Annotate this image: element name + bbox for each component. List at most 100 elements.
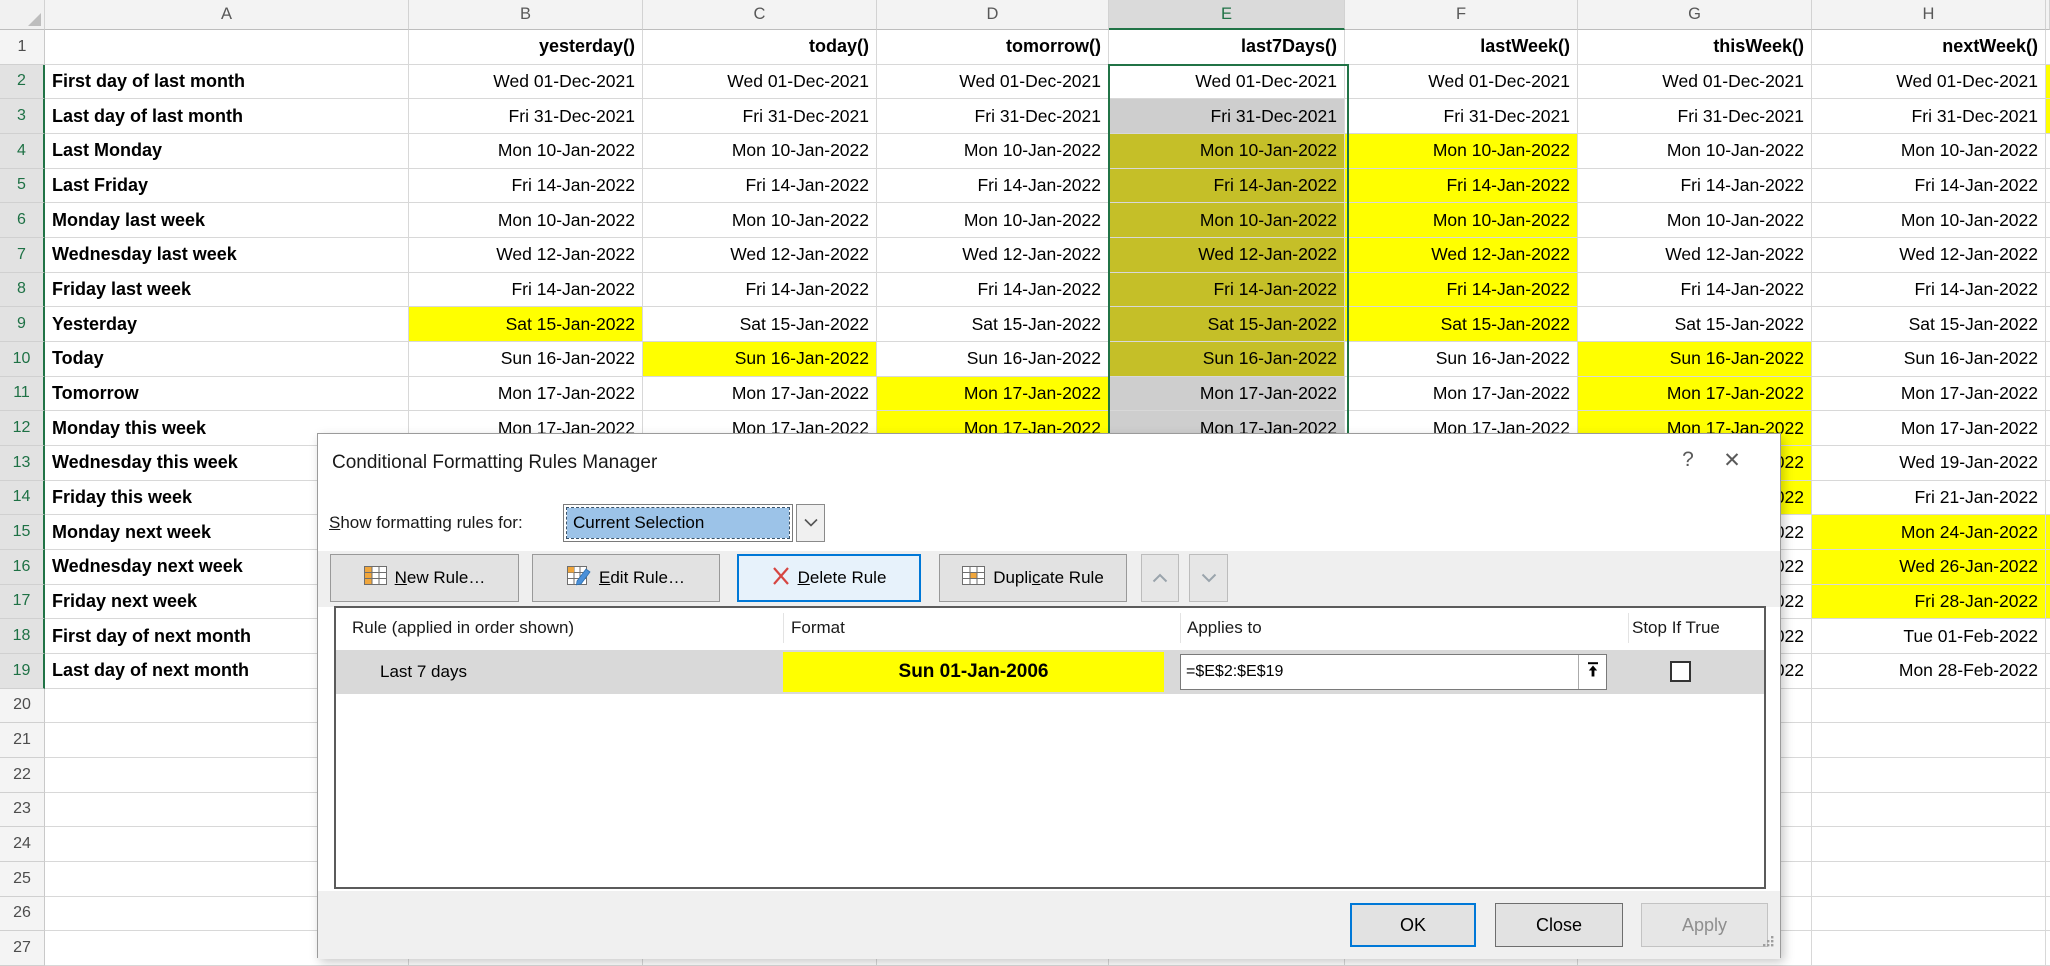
cell-A7[interactable]: Wednesday last week xyxy=(45,238,409,273)
cell-E7[interactable]: Wed 12-Jan-2022 xyxy=(1109,238,1345,273)
cell-B10[interactable]: Sun 16-Jan-2022 xyxy=(409,342,643,377)
cell-H21[interactable] xyxy=(1812,723,2046,758)
cell-G5[interactable]: Fri 14-Jan-2022 xyxy=(1578,169,1812,204)
row-header-16[interactable]: 16 xyxy=(0,550,45,585)
cell-G10[interactable]: Sun 16-Jan-2022 xyxy=(1578,342,1812,377)
cell-C6[interactable]: Mon 10-Jan-2022 xyxy=(643,203,877,238)
cell-G4[interactable]: Mon 10-Jan-2022 xyxy=(1578,134,1812,169)
new-rule-button[interactable]: New Rule… xyxy=(330,554,519,602)
cell-A1[interactable] xyxy=(45,30,409,65)
cell-D8[interactable]: Fri 14-Jan-2022 xyxy=(877,273,1109,308)
column-header-D[interactable]: D xyxy=(877,0,1109,30)
cell-H20[interactable] xyxy=(1812,689,2046,724)
cell-G1[interactable]: thisWeek() xyxy=(1578,30,1812,65)
row-header-2[interactable]: 2 xyxy=(0,65,45,100)
cell-B11[interactable]: Mon 17-Jan-2022 xyxy=(409,377,643,412)
cell-D11[interactable]: Mon 17-Jan-2022 xyxy=(877,377,1109,412)
applies-to-input[interactable]: =$E$2:$E$19 xyxy=(1181,655,1578,689)
cell-D6[interactable]: Mon 10-Jan-2022 xyxy=(877,203,1109,238)
row-header-26[interactable]: 26 xyxy=(0,897,45,932)
cell-F3[interactable]: Fri 31-Dec-2021 xyxy=(1345,99,1578,134)
cell-A4[interactable]: Last Monday xyxy=(45,134,409,169)
cell-B1[interactable]: yesterday() xyxy=(409,30,643,65)
cell-E6[interactable]: Mon 10-Jan-2022 xyxy=(1109,203,1345,238)
cell-H16[interactable]: Wed 26-Jan-2022 xyxy=(1812,550,2046,585)
row-header-21[interactable]: 21 xyxy=(0,723,45,758)
collapse-dialog-range-button[interactable] xyxy=(1578,655,1606,689)
row-header-7[interactable]: 7 xyxy=(0,238,45,273)
cell-C9[interactable]: Sat 15-Jan-2022 xyxy=(643,307,877,342)
cell-A11[interactable]: Tomorrow xyxy=(45,377,409,412)
row-header-5[interactable]: 5 xyxy=(0,169,45,204)
column-header-H[interactable]: H xyxy=(1812,0,2046,30)
cell-F11[interactable]: Mon 17-Jan-2022 xyxy=(1345,377,1578,412)
column-header-C[interactable]: C xyxy=(643,0,877,30)
row-header-13[interactable]: 13 xyxy=(0,446,45,481)
cell-A2[interactable]: First day of last month xyxy=(45,65,409,100)
cell-E10[interactable]: Sun 16-Jan-2022 xyxy=(1109,342,1345,377)
cell-C5[interactable]: Fri 14-Jan-2022 xyxy=(643,169,877,204)
delete-rule-button[interactable]: Delete Rule xyxy=(737,554,921,602)
cell-C1[interactable]: today() xyxy=(643,30,877,65)
cell-H14[interactable]: Fri 21-Jan-2022 xyxy=(1812,481,2046,516)
cell-D1[interactable]: tomorrow() xyxy=(877,30,1109,65)
cell-F2[interactable]: Wed 01-Dec-2021 xyxy=(1345,65,1578,100)
cell-C4[interactable]: Mon 10-Jan-2022 xyxy=(643,134,877,169)
cell-C3[interactable]: Fri 31-Dec-2021 xyxy=(643,99,877,134)
row-header-12[interactable]: 12 xyxy=(0,411,45,446)
cell-E5[interactable]: Fri 14-Jan-2022 xyxy=(1109,169,1345,204)
cell-H1[interactable]: nextWeek() xyxy=(1812,30,2046,65)
cell-B8[interactable]: Fri 14-Jan-2022 xyxy=(409,273,643,308)
cell-H4[interactable]: Mon 10-Jan-2022 xyxy=(1812,134,2046,169)
help-icon[interactable]: ? xyxy=(1670,442,1706,478)
cell-D10[interactable]: Sun 16-Jan-2022 xyxy=(877,342,1109,377)
move-rule-up-button[interactable] xyxy=(1141,554,1179,602)
cell-H10[interactable]: Sun 16-Jan-2022 xyxy=(1812,342,2046,377)
cell-C2[interactable]: Wed 01-Dec-2021 xyxy=(643,65,877,100)
cell-G9[interactable]: Sat 15-Jan-2022 xyxy=(1578,307,1812,342)
cell-G11[interactable]: Mon 17-Jan-2022 xyxy=(1578,377,1812,412)
cell-H9[interactable]: Sat 15-Jan-2022 xyxy=(1812,307,2046,342)
show-rules-for-dropdown[interactable]: Current Selection xyxy=(563,504,793,542)
cell-C11[interactable]: Mon 17-Jan-2022 xyxy=(643,377,877,412)
cell-G3[interactable]: Fri 31-Dec-2021 xyxy=(1578,99,1812,134)
cell-A5[interactable]: Last Friday xyxy=(45,169,409,204)
edit-rule-button[interactable]: Edit Rule… xyxy=(532,554,720,602)
cell-B6[interactable]: Mon 10-Jan-2022 xyxy=(409,203,643,238)
cell-C10[interactable]: Sun 16-Jan-2022 xyxy=(643,342,877,377)
cell-F5[interactable]: Fri 14-Jan-2022 xyxy=(1345,169,1578,204)
row-header-11[interactable]: 11 xyxy=(0,377,45,412)
row-header-10[interactable]: 10 xyxy=(0,342,45,377)
row-header-20[interactable]: 20 xyxy=(0,689,45,724)
row-header-8[interactable]: 8 xyxy=(0,273,45,308)
column-header-E[interactable]: E xyxy=(1109,0,1345,30)
close-icon[interactable]: ✕ xyxy=(1714,442,1750,478)
cell-E2[interactable]: Wed 01-Dec-2021 xyxy=(1109,65,1345,100)
cell-F10[interactable]: Sun 16-Jan-2022 xyxy=(1345,342,1578,377)
cell-H24[interactable] xyxy=(1812,827,2046,862)
cell-B7[interactable]: Wed 12-Jan-2022 xyxy=(409,238,643,273)
row-header-18[interactable]: 18 xyxy=(0,619,45,654)
cell-E11[interactable]: Mon 17-Jan-2022 xyxy=(1109,377,1345,412)
cell-H22[interactable] xyxy=(1812,758,2046,793)
cell-G7[interactable]: Wed 12-Jan-2022 xyxy=(1578,238,1812,273)
cell-H3[interactable]: Fri 31-Dec-2021 xyxy=(1812,99,2046,134)
cell-D4[interactable]: Mon 10-Jan-2022 xyxy=(877,134,1109,169)
cell-H8[interactable]: Fri 14-Jan-2022 xyxy=(1812,273,2046,308)
row-header-17[interactable]: 17 xyxy=(0,585,45,620)
cell-E4[interactable]: Mon 10-Jan-2022 xyxy=(1109,134,1345,169)
cell-D7[interactable]: Wed 12-Jan-2022 xyxy=(877,238,1109,273)
row-header-1[interactable]: 1 xyxy=(0,30,45,65)
cell-H27[interactable] xyxy=(1812,931,2046,966)
move-rule-down-button[interactable] xyxy=(1189,554,1228,602)
cell-F9[interactable]: Sat 15-Jan-2022 xyxy=(1345,307,1578,342)
cell-B2[interactable]: Wed 01-Dec-2021 xyxy=(409,65,643,100)
row-header-6[interactable]: 6 xyxy=(0,203,45,238)
cell-F7[interactable]: Wed 12-Jan-2022 xyxy=(1345,238,1578,273)
apply-button[interactable]: Apply xyxy=(1641,903,1768,947)
row-header-3[interactable]: 3 xyxy=(0,99,45,134)
select-all-corner[interactable] xyxy=(0,0,45,30)
cell-H5[interactable]: Fri 14-Jan-2022 xyxy=(1812,169,2046,204)
close-button[interactable]: Close xyxy=(1495,903,1623,947)
cell-H17[interactable]: Fri 28-Jan-2022 xyxy=(1812,585,2046,620)
